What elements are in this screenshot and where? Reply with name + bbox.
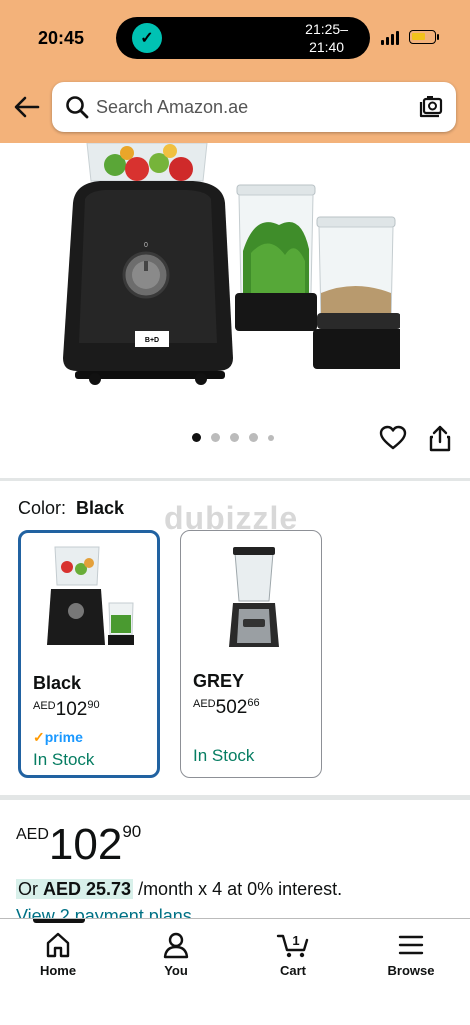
cellular-signal-icon bbox=[381, 31, 399, 45]
page-dot[interactable] bbox=[230, 433, 239, 442]
stock-status: In Stock bbox=[33, 750, 95, 769]
color-option-image bbox=[47, 546, 134, 645]
active-tab-indicator bbox=[33, 919, 85, 923]
stock-status: In Stock bbox=[193, 746, 255, 765]
color-option-black[interactable]: Black AED10290 ✓prime In Stock bbox=[18, 530, 160, 778]
color-option-grey[interactable]: GREY AED50266 In Stock bbox=[180, 530, 322, 778]
camera-scan-icon[interactable] bbox=[418, 94, 444, 120]
heart-icon[interactable] bbox=[379, 424, 407, 452]
page-dot[interactable] bbox=[192, 433, 201, 442]
back-arrow-icon[interactable] bbox=[12, 92, 42, 122]
app-header: 20:45 ✓ 21:25– 21:40 Search Amazon.ae bbox=[0, 0, 470, 143]
installment-offer: Or AED 25.73 /month x 4 at 0% interest. bbox=[16, 879, 343, 899]
menu-icon bbox=[398, 935, 424, 955]
share-icon[interactable] bbox=[427, 424, 453, 452]
cart-count: 1 bbox=[292, 933, 299, 948]
search-bar[interactable]: Search Amazon.ae bbox=[52, 82, 456, 132]
color-selector-label: Color: Black bbox=[18, 498, 125, 518]
product-price: AED10290 bbox=[16, 820, 142, 869]
tab-browse[interactable]: Browse bbox=[366, 931, 456, 978]
bottom-tab-bar: Home You 1 Cart Browse bbox=[0, 918, 470, 1025]
product-image[interactable]: 0 B+D bbox=[55, 143, 400, 393]
section-divider bbox=[0, 795, 470, 800]
person-icon bbox=[163, 932, 189, 959]
dynamic-island[interactable]: ✓ 21:25– 21:40 bbox=[116, 17, 370, 59]
tab-cart[interactable]: 1 Cart bbox=[248, 931, 338, 978]
search-icon bbox=[66, 96, 89, 119]
live-activity-time: 21:25– 21:40 bbox=[305, 21, 348, 55]
tab-home[interactable]: Home bbox=[13, 931, 103, 978]
search-input[interactable]: Search Amazon.ae bbox=[96, 97, 248, 118]
color-option-price: AED10290 bbox=[33, 699, 100, 720]
prime-check-icon: ✓ bbox=[33, 729, 45, 745]
tab-you[interactable]: You bbox=[131, 931, 221, 978]
color-option-name: GREY bbox=[193, 671, 245, 691]
status-time: 20:45 bbox=[38, 28, 85, 48]
color-option-image bbox=[229, 547, 279, 647]
page-dot[interactable] bbox=[268, 434, 274, 441]
page-dot[interactable] bbox=[211, 433, 220, 442]
home-icon bbox=[46, 932, 70, 958]
delivery-app-icon: ✓ bbox=[132, 23, 162, 53]
svg-text:0: 0 bbox=[144, 242, 148, 249]
battery-icon bbox=[409, 30, 436, 44]
section-divider bbox=[0, 478, 470, 481]
page-dot[interactable] bbox=[249, 433, 258, 442]
svg-text:B+D: B+D bbox=[145, 337, 159, 344]
cart-icon: 1 bbox=[276, 933, 309, 958]
prime-badge: ✓prime bbox=[33, 729, 83, 745]
image-pagination[interactable] bbox=[192, 433, 274, 442]
color-option-name: Black bbox=[33, 673, 82, 693]
color-option-price: AED50266 bbox=[193, 697, 260, 718]
